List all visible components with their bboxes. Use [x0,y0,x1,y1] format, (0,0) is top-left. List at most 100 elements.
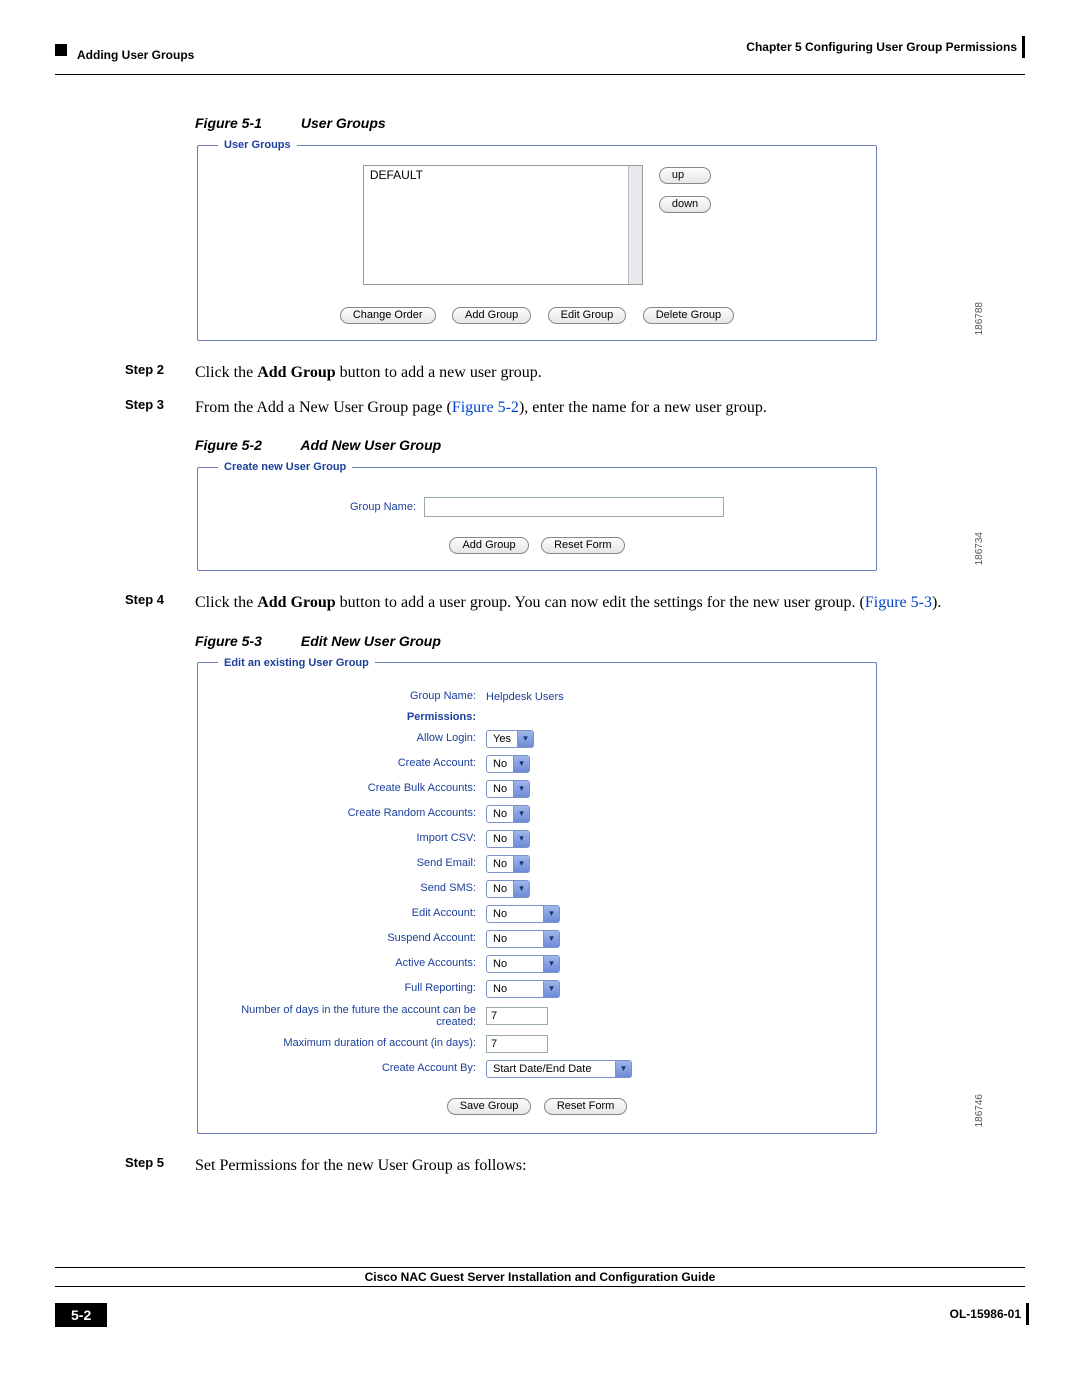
add-group-button[interactable]: Add Group [449,537,528,554]
reset-form-button[interactable]: Reset Form [541,537,624,554]
select-value: Start Date/End Date [487,1063,615,1075]
send-sms-label: Send SMS: [220,877,480,900]
figure2: Create new User Group Group Name: Add Gr… [195,461,965,571]
edit-account-select[interactable]: No▾ [486,905,560,923]
max-duration-label: Maximum duration of account (in days): [220,1032,480,1055]
content-area: Figure 5-1 User Groups User Groups DEFAU… [195,115,965,1177]
select-value: No [487,983,543,995]
figure3: Edit an existing User Group Group Name: … [195,657,965,1134]
figure-link[interactable]: Figure 5-2 [452,399,519,416]
figure1: User Groups DEFAULT up down Change Order… [195,139,965,341]
figure1-title: User Groups [301,115,386,131]
list-item[interactable]: DEFAULT [368,168,425,182]
step-text: From the Add a New User Group page (Figu… [195,396,965,419]
footer-rule [55,1267,1025,1268]
figure1-id: 186788 [974,302,985,335]
section-name: Adding User Groups [77,48,194,62]
text: ). [932,594,941,611]
import-csv-label: Import CSV: [220,827,480,850]
bold-text: Add Group [257,364,335,381]
header-square-icon [55,44,67,56]
edit-group-panel: Edit an existing User Group Group Name: … [197,657,877,1134]
text: Click the [195,364,257,381]
figure3-number: Figure 5-3 [195,633,297,649]
text: button to add a user group. You can now … [336,594,865,611]
create-by-select[interactable]: Start Date/End Date▾ [486,1060,632,1078]
create-bulk-select[interactable]: No▾ [486,780,530,798]
figure2-caption: Figure 5-2 Add New User Group [195,437,965,453]
figure1-caption: Figure 5-1 User Groups [195,115,965,131]
chevron-updown-icon: ▾ [513,881,529,897]
step-label: Step 2 [125,361,181,384]
allow-login-label: Allow Login: [220,727,480,750]
user-groups-legend: User Groups [218,139,297,151]
chevron-updown-icon: ▾ [513,781,529,797]
suspend-account-select[interactable]: No▾ [486,930,560,948]
page-footer: Cisco NAC Guest Server Installation and … [55,1267,1025,1327]
delete-group-button[interactable]: Delete Group [643,307,734,324]
footer-rule [55,1286,1025,1287]
user-groups-listbox[interactable]: DEFAULT [363,165,643,285]
create-account-label: Create Account: [220,752,480,775]
step-4: Step 4 Click the Add Group button to add… [125,591,965,614]
send-sms-select[interactable]: No▾ [486,880,530,898]
document-id: OL-15986-01 [950,1307,1021,1321]
full-reporting-select[interactable]: No▾ [486,980,560,998]
create-random-select[interactable]: No▾ [486,805,530,823]
add-group-button[interactable]: Add Group [452,307,531,324]
create-bulk-label: Create Bulk Accounts: [220,777,480,800]
group-name-value: Helpdesk Users [486,691,564,703]
max-duration-input[interactable] [486,1035,548,1053]
suspend-account-label: Suspend Account: [220,927,480,950]
figure2-id: 186734 [974,532,985,565]
import-csv-select[interactable]: No▾ [486,830,530,848]
text: From the Add a New User Group page ( [195,399,452,416]
create-group-legend: Create new User Group [218,461,352,473]
save-group-button[interactable]: Save Group [447,1098,532,1115]
figure2-number: Figure 5-2 [195,437,297,453]
reset-form-button[interactable]: Reset Form [544,1098,627,1115]
chapter-name: Chapter 5 Configuring User Group Permiss… [746,40,1017,54]
select-value: No [487,933,543,945]
header-rule [55,74,1025,75]
text: ), enter the name for a new user group. [519,399,767,416]
up-button[interactable]: up [659,167,711,184]
group-name-label: Group Name: [350,501,416,513]
figure-link[interactable]: Figure 5-3 [865,594,932,611]
chevron-updown-icon: ▾ [513,806,529,822]
chevron-updown-icon: ▾ [615,1061,631,1077]
edit-account-label: Edit Account: [220,902,480,925]
send-email-select[interactable]: No▾ [486,855,530,873]
change-order-button[interactable]: Change Order [340,307,436,324]
step-label: Step 4 [125,591,181,614]
select-value: No [487,858,513,870]
select-value: No [487,808,513,820]
create-by-label: Create Account By: [220,1057,480,1080]
create-group-panel: Create new User Group Group Name: Add Gr… [197,461,877,571]
figure2-title: Add New User Group [300,437,441,453]
select-value: No [487,758,513,770]
create-account-select[interactable]: No▾ [486,755,530,773]
figure3-caption: Figure 5-3 Edit New User Group [195,633,965,649]
step-text: Set Permissions for the new User Group a… [195,1154,965,1177]
step-label: Step 5 [125,1154,181,1177]
edit-group-legend: Edit an existing User Group [218,657,375,669]
bold-text: Add Group [257,594,335,611]
figure3-title: Edit New User Group [301,633,441,649]
chevron-updown-icon: ▾ [543,906,559,922]
text: Click the [195,594,257,611]
group-name-input[interactable] [424,497,724,517]
step-5: Step 5 Set Permissions for the new User … [125,1154,965,1177]
chevron-updown-icon: ▾ [517,731,533,747]
days-future-input[interactable] [486,1007,548,1025]
chevron-updown-icon: ▾ [543,931,559,947]
step-label: Step 3 [125,396,181,419]
active-accounts-select[interactable]: No▾ [486,955,560,973]
chevron-updown-icon: ▾ [543,956,559,972]
user-groups-panel: User Groups DEFAULT up down Change Order… [197,139,877,341]
edit-group-button[interactable]: Edit Group [548,307,627,324]
down-button[interactable]: down [659,196,711,213]
allow-login-select[interactable]: Yes▾ [486,730,534,748]
scrollbar[interactable] [628,166,642,284]
group-name-label: Group Name: [220,685,480,707]
